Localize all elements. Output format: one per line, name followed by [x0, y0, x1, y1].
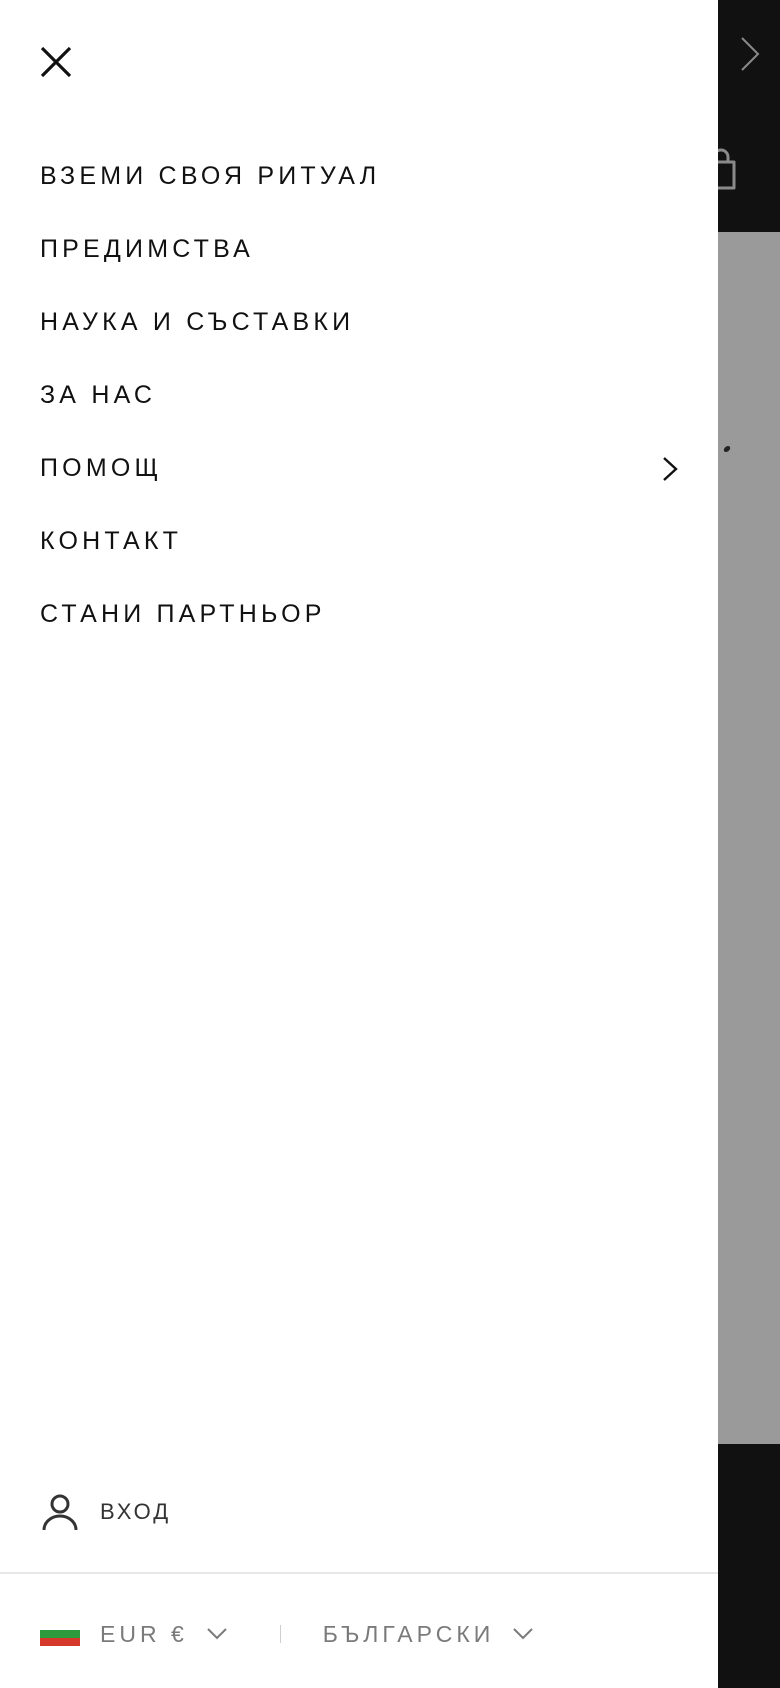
language-selector[interactable]: БЪЛГАРСКИ — [323, 1621, 535, 1648]
chevron-right-icon — [741, 37, 760, 71]
menu-item-label: КОНТАКТ — [40, 527, 183, 555]
menu-item-benefits[interactable]: ПРЕДИМСТВА — [40, 213, 680, 286]
menu-item-ritual[interactable]: ВЗЕМИ СВОЯ РИТУАЛ — [40, 140, 680, 213]
menu-item-label: НАУКА И СЪСТАВКИ — [40, 308, 355, 336]
main-menu: ВЗЕМИ СВОЯ РИТУАЛ ПРЕДИМСТВА НАУКА И СЪС… — [40, 140, 680, 651]
language-label: БЪЛГАРСКИ — [322, 1620, 495, 1647]
chevron-right-icon[interactable] — [660, 454, 680, 484]
user-icon — [42, 1494, 78, 1531]
login-link[interactable]: ВХОД — [40, 1492, 171, 1532]
bulgaria-flag-icon — [40, 1622, 80, 1646]
menu-item-contact[interactable]: КОНТАКТ — [40, 505, 680, 578]
menu-item-help[interactable]: ПОМОЩ — [40, 432, 680, 505]
currency-selector[interactable]: EUR € — [100, 1621, 228, 1648]
menu-item-label: СТАНИ ПАРТНЬОР — [40, 600, 326, 628]
locale-bar: EUR € БЪЛГАРСКИ — [40, 1612, 534, 1656]
menu-item-label: ПОМОЩ — [40, 454, 163, 482]
chevron-down-icon — [207, 1628, 227, 1640]
currency-label: EUR € — [100, 1620, 188, 1647]
menu-item-about[interactable]: ЗА НАС — [40, 359, 680, 432]
menu-item-label: ПРЕДИМСТВА — [40, 235, 255, 263]
login-label: ВХОД — [100, 1499, 172, 1524]
divider — [0, 1572, 718, 1574]
navigation-drawer: ВЗЕМИ СВОЯ РИТУАЛ ПРЕДИМСТВА НАУКА И СЪС… — [0, 0, 718, 1688]
menu-item-label: ЗА НАС — [40, 381, 157, 409]
close-icon[interactable] — [34, 40, 78, 84]
menu-item-science[interactable]: НАУКА И СЪСТАВКИ — [40, 286, 680, 359]
separator — [279, 1625, 281, 1643]
menu-item-partner[interactable]: СТАНИ ПАРТНЬОР — [40, 578, 680, 651]
chevron-down-icon — [513, 1628, 533, 1640]
menu-item-label: ВЗЕМИ СВОЯ РИТУАЛ — [40, 162, 381, 190]
